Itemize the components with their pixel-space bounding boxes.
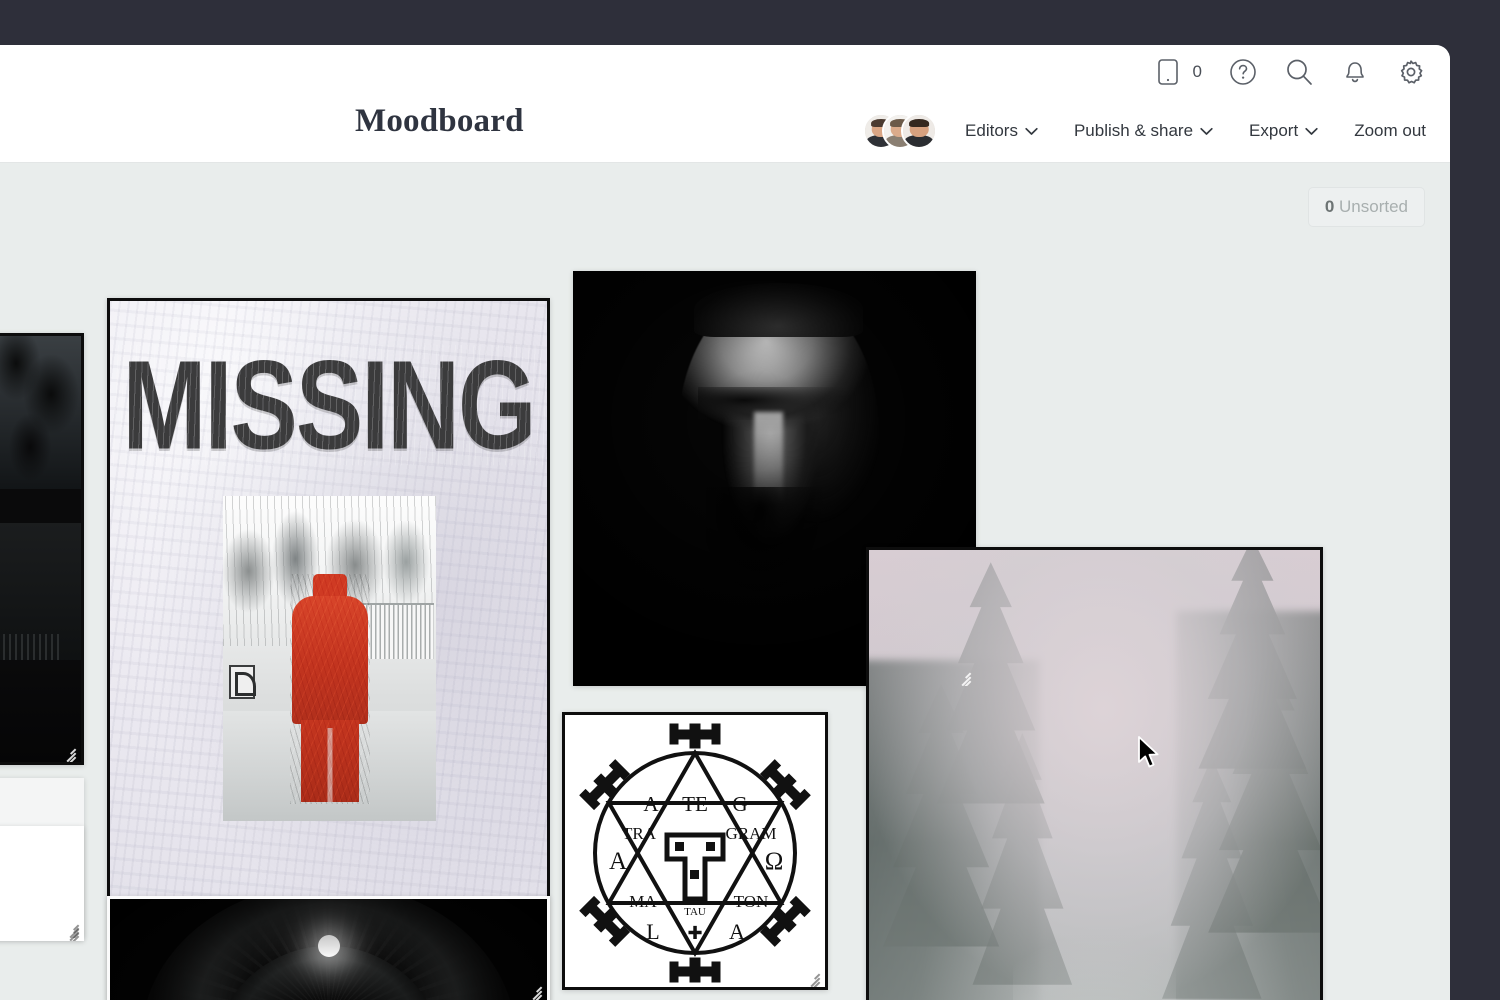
publish-share-menu[interactable]: Publish & share	[1056, 121, 1231, 141]
unsorted-label: Unsorted	[1339, 197, 1408, 216]
chevron-down-icon	[1200, 121, 1213, 141]
seal-label-top-left: A	[643, 792, 659, 816]
fog-path	[1013, 940, 1176, 1000]
board-item-hexagram-seal[interactable]: A TE G TRA GRAM A Ω MA TON L ✚ A TAU	[562, 712, 828, 990]
device-count-label: 0	[1192, 62, 1202, 81]
seal-label-lower-left: MA	[629, 892, 657, 911]
settings-icon[interactable]	[1396, 57, 1426, 87]
unsorted-count: 0	[1324, 197, 1335, 216]
seal-label-left: A	[609, 848, 627, 875]
seal-label-lower-right: TON	[734, 892, 769, 911]
seal-label-bottom-right: A	[729, 919, 745, 944]
tree-silhouette	[0, 336, 81, 541]
zoom-out-button[interactable]: Zoom out	[1336, 121, 1426, 141]
publish-share-label: Publish & share	[1073, 121, 1194, 140]
poster-headline: MISSING	[110, 341, 547, 468]
app-header: 0 Moodboard Editors Publish & share Expo…	[0, 45, 1450, 163]
board-item-tunnel[interactable]	[107, 896, 550, 1000]
export-label: Export	[1249, 121, 1299, 140]
seal-label-top-center: TE	[682, 792, 708, 816]
editors-label: Editors	[965, 121, 1018, 140]
board-item-dark-house[interactable]	[0, 333, 84, 765]
notifications-icon[interactable]	[1340, 57, 1370, 87]
board-item-left-card-2[interactable]	[0, 826, 84, 941]
red-figure	[289, 574, 370, 804]
header-actions: Editors Publish & share Export Zoom out	[863, 113, 1426, 149]
photo-sign	[229, 665, 256, 699]
fog-veil	[869, 550, 1320, 1000]
mobile-preview-icon[interactable]	[1153, 57, 1183, 87]
poster-photo	[223, 496, 436, 821]
chevron-down-icon	[1305, 121, 1318, 141]
help-icon[interactable]	[1228, 57, 1258, 87]
seal-label-upper-left: TRA	[622, 824, 657, 843]
header-icon-row: 0	[1153, 57, 1426, 87]
seal-label-top-right: G	[732, 792, 747, 816]
figure-texture	[289, 574, 370, 804]
seal-label-right: Ω	[765, 848, 784, 875]
seal-label-bottom-left: L	[646, 919, 659, 944]
unsorted-badge[interactable]: 0 Unsorted	[1307, 187, 1425, 227]
board-item-fog-forest[interactable]	[866, 547, 1323, 1000]
zoom-out-label: Zoom out	[1354, 121, 1426, 140]
resize-handle[interactable]	[59, 916, 81, 941]
board-item-missing-poster[interactable]: MISSING IN 50 METERS RADIUS	[107, 298, 550, 1000]
editors-menu[interactable]: Editors	[947, 121, 1056, 141]
editors-avatar-group[interactable]	[863, 113, 938, 149]
seal-label-center: TAU	[684, 906, 706, 918]
export-menu[interactable]: Export	[1231, 121, 1336, 141]
hexagram-seal-drawing: A TE G TRA GRAM A Ω MA TON L ✚ A TAU	[579, 723, 811, 983]
page-title: Moodboard	[355, 103, 524, 139]
board-canvas[interactable]: 0 Unsorted MISSING A TE G TRA GRAM A Ω M…	[0, 163, 1450, 1000]
vignette	[110, 899, 547, 1000]
ground	[0, 659, 81, 762]
chevron-down-icon	[1025, 121, 1038, 141]
app-window: 0 Moodboard Editors Publish & share Expo…	[0, 45, 1450, 1000]
seal-label-upper-right: GRAM	[725, 824, 776, 843]
search-icon[interactable]	[1284, 57, 1314, 87]
seal-label-bottom-center: ✚	[687, 923, 702, 943]
avatar	[901, 113, 938, 149]
